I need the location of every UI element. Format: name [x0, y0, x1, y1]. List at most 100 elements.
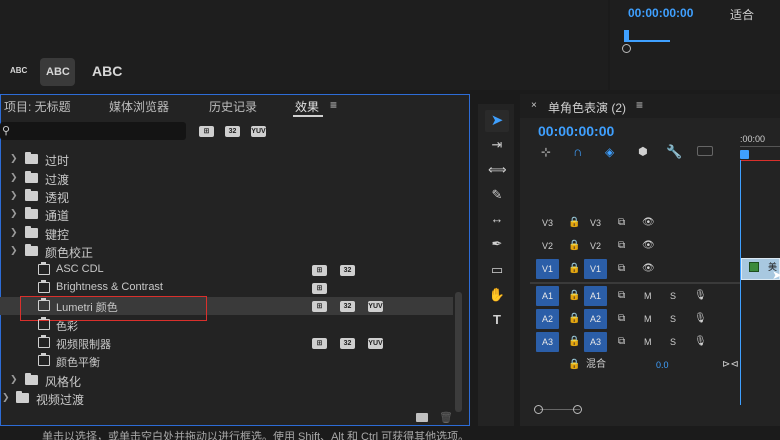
- linked-selection-icon[interactable]: ◈: [605, 145, 614, 159]
- sequence-tab[interactable]: 单角色表演 (2): [548, 99, 626, 116]
- fit-dropdown[interactable]: 适合: [730, 6, 754, 23]
- lock-icon[interactable]: 🔒: [568, 259, 580, 279]
- chevron-down-icon[interactable]: ❯: [10, 245, 18, 256]
- zoom-handle-left[interactable]: [534, 405, 543, 414]
- solo-button[interactable]: S: [670, 309, 676, 329]
- playhead-handle[interactable]: [740, 150, 749, 159]
- 32bit-effects-icon[interactable]: 32: [225, 126, 240, 137]
- time-ruler[interactable]: [740, 146, 780, 147]
- program-timecode[interactable]: 00:00:00:00: [628, 6, 693, 20]
- track-target-a2[interactable]: A2: [536, 309, 559, 329]
- mute-button[interactable]: M: [644, 309, 652, 329]
- hand-tool-icon[interactable]: ✋: [488, 286, 506, 304]
- microphone-icon[interactable]: 🎙: [694, 309, 707, 329]
- sync-lock-icon[interactable]: ⧉: [618, 286, 625, 306]
- yuv-effects-icon[interactable]: YUV: [251, 126, 266, 137]
- timeline-timecode[interactable]: 00:00:00:00: [538, 123, 614, 139]
- slip-tool-icon[interactable]: ↔: [488, 210, 506, 228]
- ripple-edit-tool-icon[interactable]: ⟺: [488, 161, 507, 179]
- effect-tint[interactable]: 色彩: [0, 316, 453, 334]
- solo-button[interactable]: S: [670, 286, 676, 306]
- captions-icon[interactable]: [697, 146, 713, 156]
- effect-asc-cdl[interactable]: ASC CDL ⊞ 32: [0, 261, 453, 279]
- mix-value[interactable]: 0.0: [656, 355, 669, 375]
- lock-icon[interactable]: 🔒: [568, 213, 580, 233]
- rectangle-tool-icon[interactable]: ▭: [488, 261, 506, 279]
- eye-icon[interactable]: 👁: [642, 259, 655, 279]
- lock-icon[interactable]: 🔒: [568, 332, 580, 352]
- delete-icon[interactable]: 🗑: [439, 411, 453, 424]
- mute-button[interactable]: M: [644, 332, 652, 352]
- type-tool-icon[interactable]: T: [488, 311, 506, 329]
- tab-media-browser[interactable]: 媒体浏览器: [109, 98, 169, 115]
- chevron-right-icon[interactable]: ❯: [10, 227, 18, 238]
- lock-icon[interactable]: 🔒: [568, 236, 580, 256]
- add-marker-icon[interactable]: ⬢: [638, 145, 648, 158]
- track-source[interactable]: V3: [590, 213, 601, 233]
- eye-icon[interactable]: 👁: [642, 236, 655, 256]
- mute-button[interactable]: M: [644, 286, 652, 306]
- wrench-icon[interactable]: 🔧: [666, 144, 682, 160]
- chevron-right-icon[interactable]: ❯: [2, 392, 10, 403]
- tree-folder-transition[interactable]: ❯ 过渡: [0, 169, 453, 187]
- tab-history[interactable]: 历史记录: [209, 98, 257, 115]
- chevron-right-icon[interactable]: ❯: [10, 374, 18, 385]
- sync-lock-icon[interactable]: ⧉: [618, 309, 625, 329]
- effect-video-limiter[interactable]: 视频限制器 ⊞ 32 YUV: [0, 334, 453, 352]
- lock-icon[interactable]: 🔒: [568, 355, 580, 375]
- razor-tool-icon[interactable]: ✎: [488, 186, 506, 204]
- lock-icon[interactable]: 🔒: [568, 309, 580, 329]
- zoom-handle[interactable]: [622, 44, 631, 53]
- tree-folder-channel[interactable]: ❯ 通道: [0, 205, 453, 223]
- zoom-handle-right[interactable]: [573, 405, 582, 414]
- sync-lock-icon[interactable]: ⧉: [618, 259, 625, 279]
- tree-folder-keying[interactable]: ❯ 键控: [0, 224, 453, 242]
- playhead-marker[interactable]: [624, 30, 629, 40]
- track-source-v1[interactable]: V1: [584, 259, 607, 279]
- sync-lock-icon[interactable]: ⧉: [618, 332, 625, 352]
- track-target-a1[interactable]: A1: [536, 286, 559, 306]
- microphone-icon[interactable]: 🎙: [694, 286, 707, 306]
- tree-folder-obsolete[interactable]: ❯ 过时: [0, 150, 453, 168]
- eye-icon[interactable]: 👁: [642, 213, 655, 233]
- pen-tool-icon[interactable]: ✒: [488, 235, 506, 253]
- selection-tool-icon[interactable]: ➤: [488, 112, 506, 130]
- effect-brightness-contrast[interactable]: Brightness & Contrast ⊞: [0, 279, 453, 297]
- chevron-right-icon[interactable]: ❯: [10, 190, 18, 201]
- sync-lock-icon[interactable]: ⧉: [618, 213, 625, 233]
- effect-color-balance[interactable]: 颜色平衡: [0, 352, 453, 370]
- track-source[interactable]: V2: [590, 236, 601, 256]
- text-style-medium[interactable]: ABC: [46, 66, 70, 78]
- accelerated-effects-icon[interactable]: ⊞: [199, 126, 214, 137]
- chevron-right-icon[interactable]: ❯: [10, 172, 18, 183]
- track-source-a2[interactable]: A2: [584, 309, 607, 329]
- text-style-large[interactable]: ABC: [92, 63, 122, 79]
- chevron-right-icon[interactable]: ❯: [10, 153, 18, 164]
- go-to-end-icon[interactable]: ⊳⊲: [722, 355, 739, 375]
- tab-project[interactable]: 项目: 无标题: [4, 98, 71, 115]
- tree-folder-perspective[interactable]: ❯ 透视: [0, 187, 453, 205]
- video-audio-divider[interactable]: [530, 282, 740, 284]
- text-style-small[interactable]: ABC: [10, 66, 27, 75]
- snap-icon[interactable]: ∩: [573, 144, 582, 159]
- track-target-v1[interactable]: V1: [536, 259, 559, 279]
- track-source-a3[interactable]: A3: [584, 332, 607, 352]
- track-source-a1[interactable]: A1: [584, 286, 607, 306]
- tree-folder-color-correction[interactable]: ❯ 颜色校正: [0, 242, 453, 260]
- microphone-icon[interactable]: 🎙: [694, 332, 707, 352]
- solo-button[interactable]: S: [670, 332, 676, 352]
- tab-effects[interactable]: 效果: [295, 98, 319, 115]
- tree-folder-video-transitions[interactable]: ❯ 视频过渡: [0, 389, 453, 407]
- sync-lock-icon[interactable]: ⧉: [618, 236, 625, 256]
- lock-icon[interactable]: 🔒: [568, 286, 580, 306]
- tree-folder-stylize[interactable]: ❯ 风格化: [0, 371, 453, 389]
- scrollbar[interactable]: [455, 292, 462, 412]
- close-icon[interactable]: ×: [531, 100, 537, 111]
- new-bin-icon[interactable]: [416, 413, 428, 422]
- timeline-menu-icon[interactable]: ≡: [636, 98, 643, 112]
- search-input[interactable]: [0, 122, 186, 140]
- insert-sequence-icon[interactable]: ⊹: [541, 145, 551, 159]
- hamburger-icon[interactable]: ≡: [330, 98, 337, 112]
- track-target-a3[interactable]: A3: [536, 332, 559, 352]
- playhead-line[interactable]: [740, 160, 741, 405]
